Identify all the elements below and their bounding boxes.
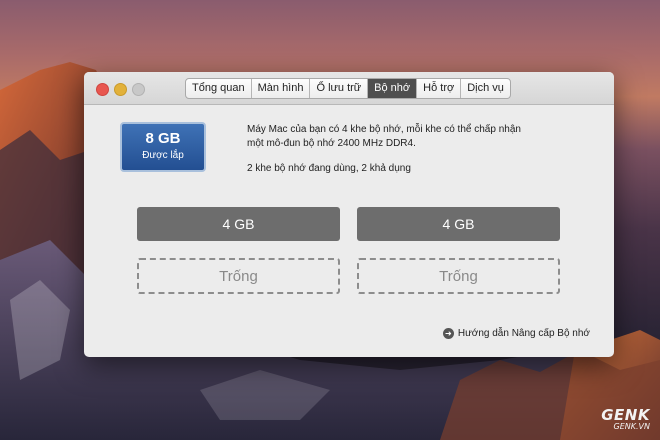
memory-slot-1: 4 GB — [137, 207, 340, 241]
guide-link-label: Hướng dẫn Nâng cấp Bộ nhớ — [457, 328, 590, 339]
genk-watermark: GENK GENK.VN — [601, 406, 650, 431]
memory-upgrade-guide-link[interactable]: ➜ Hướng dẫn Nâng cấp Bộ nhớ — [442, 328, 590, 339]
tab-overview[interactable]: Tổng quan — [186, 79, 252, 98]
tab-support[interactable]: Hỗ trợ — [417, 79, 462, 98]
tab-storage[interactable]: Ổ lưu trữ — [310, 79, 369, 98]
memory-total-size: 8 GB — [145, 130, 181, 147]
description-line-1: Máy Mac của bạn có 4 khe bộ nhớ, mỗi khe… — [247, 124, 521, 135]
memory-description: Máy Mac của bạn có 4 khe bộ nhớ, mỗi khe… — [247, 123, 607, 176]
memory-slot-4: Trống — [357, 258, 560, 294]
memory-installed-label: Được lắp — [142, 150, 184, 161]
memory-panel: 8 GB Được lắp Máy Mac của bạn có 4 khe b… — [84, 105, 614, 357]
description-line-2: một mô-đun bộ nhớ 2400 MHz DDR4. — [247, 138, 416, 149]
tab-bar: Tổng quan Màn hình Ổ lưu trữ Bộ nhớ Hỗ t… — [185, 78, 511, 99]
memory-slot-3: Trống — [137, 258, 340, 294]
zoom-button[interactable] — [132, 83, 145, 96]
slots-summary: 2 khe bộ nhớ đang dùng, 2 khả dụng — [247, 163, 411, 174]
tab-displays[interactable]: Màn hình — [252, 79, 311, 98]
arrow-right-circle-icon: ➜ — [442, 328, 454, 339]
tab-service[interactable]: Dịch vụ — [461, 79, 510, 98]
about-this-mac-window: Tổng quan Màn hình Ổ lưu trữ Bộ nhớ Hỗ t… — [84, 72, 614, 357]
window-titlebar[interactable]: Tổng quan Màn hình Ổ lưu trữ Bộ nhớ Hỗ t… — [84, 72, 614, 105]
close-button[interactable] — [96, 83, 109, 96]
tab-memory[interactable]: Bộ nhớ — [368, 79, 418, 98]
memory-total-badge: 8 GB Được lắp — [120, 122, 206, 172]
memory-slot-2: 4 GB — [357, 207, 560, 241]
minimize-button[interactable] — [114, 83, 127, 96]
